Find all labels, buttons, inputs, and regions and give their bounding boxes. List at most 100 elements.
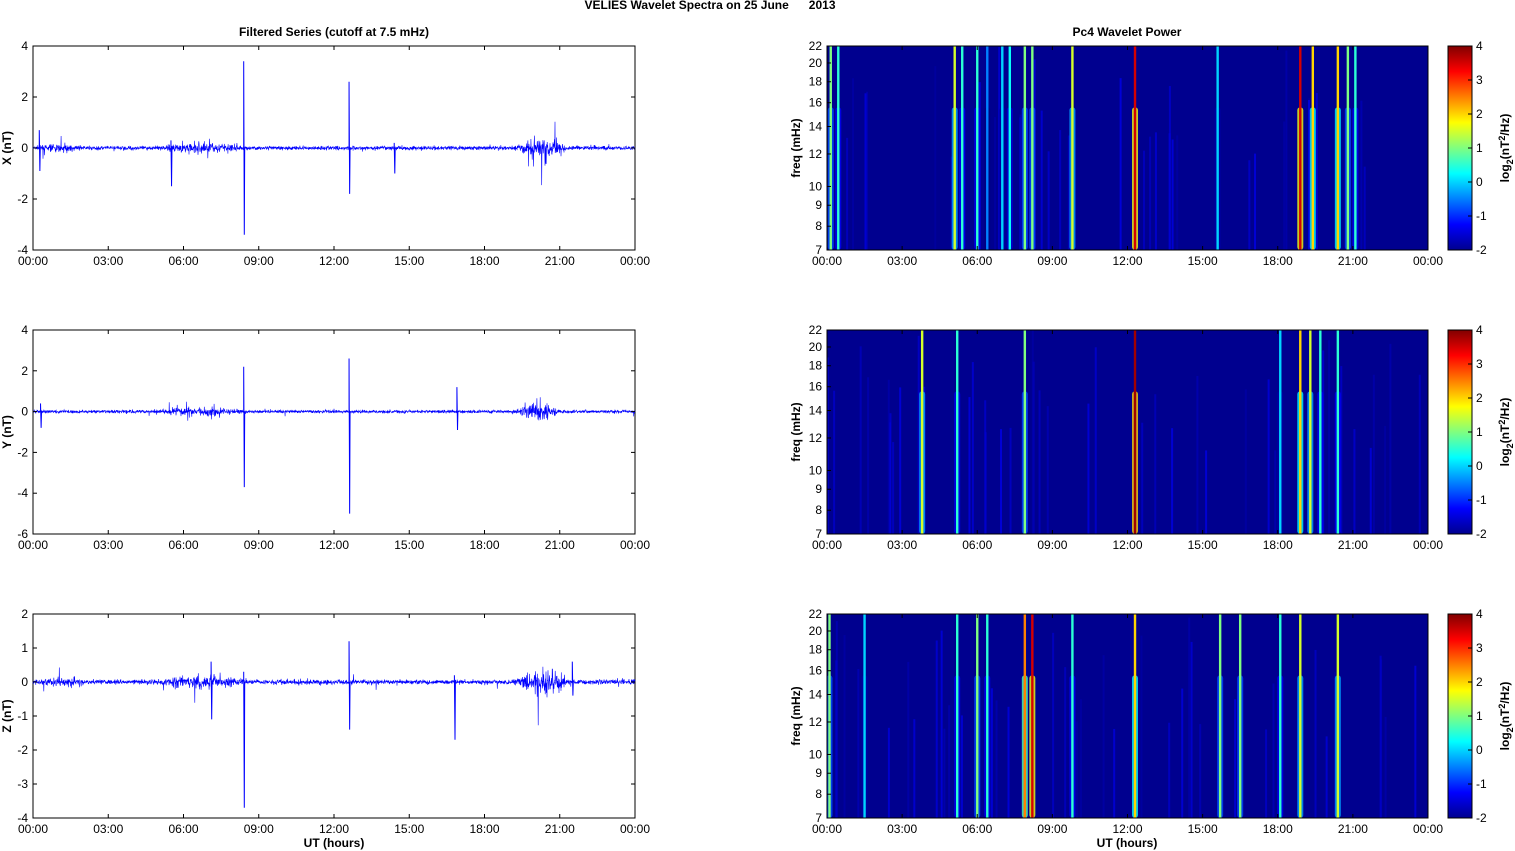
- spectrum-2-faint-streak: [995, 700, 998, 818]
- spectrum-0-faint-streak: [1143, 150, 1146, 250]
- spectrum-2-event: [1133, 614, 1137, 818]
- spectrum-0-event: [829, 46, 832, 250]
- spectrum-2-ytick-label: 12: [809, 715, 823, 729]
- series-1-ytick-label: -4: [17, 486, 28, 500]
- spectrum-1-faint-streak: [968, 397, 971, 534]
- spectrum-0-faint-streak: [1149, 136, 1152, 250]
- spectrum-1-xtick-label: 00:00: [812, 538, 842, 552]
- spectrum-2-faint-streak: [960, 715, 963, 818]
- spectrum-1-event: [920, 330, 924, 534]
- spectrum-1-faint-streak: [1389, 343, 1392, 534]
- series-0-xtick-label: 21:00: [545, 254, 575, 268]
- spectrum-1-colorbar-tick-label: 2: [1476, 391, 1483, 405]
- spectrum-2-xtick-label: 18:00: [1263, 822, 1293, 836]
- spectrum-0-event: [1354, 46, 1357, 250]
- spectrum-1-faint-streak: [1353, 429, 1356, 534]
- spectrum-1-faint-streak: [1244, 389, 1247, 534]
- spectrum-2-faint-streak: [1265, 729, 1268, 818]
- series-1-ytick-label: 0: [21, 405, 28, 419]
- spectrum-1-colorbar-tick-label: -1: [1476, 493, 1487, 507]
- spectrum-2-colorbar-tick-label: -2: [1476, 811, 1487, 825]
- series-1-xtick-label: 03:00: [93, 538, 123, 552]
- series-1-xtick-label: 21:00: [545, 538, 575, 552]
- spectrum-1-ytick-label: 9: [815, 482, 822, 496]
- spectrum-0-faint-streak: [1283, 121, 1286, 250]
- spectrum-2-event: [1031, 614, 1034, 818]
- spectrum-0-faint-streak: [846, 137, 849, 250]
- spectrum-2-xtick-label: 09:00: [1037, 822, 1067, 836]
- series-2-spike: [453, 675, 456, 740]
- spectrum-0-ytick-label: 14: [809, 120, 823, 134]
- spectrum-0-faint-streak: [1176, 135, 1179, 250]
- spectrum-1-faint-streak: [1328, 340, 1331, 534]
- series-2-ytick-label: -2: [17, 743, 28, 757]
- series-1-ytick-label: 2: [21, 364, 28, 378]
- spectrum-2-xtick-label: 15:00: [1188, 822, 1218, 836]
- spectrum-0-xtick-label: 12:00: [1112, 254, 1142, 268]
- spectrum-2-colorbar-tick-label: 3: [1476, 641, 1483, 655]
- spectrum-1-faint-streak: [889, 413, 892, 534]
- spectrum-2-faint-streak: [1102, 655, 1105, 818]
- spectrum-0-ytick-label: 9: [815, 198, 822, 212]
- spectrum-1-faint-streak: [1154, 394, 1157, 534]
- series-1-xtick-label: 00:00: [620, 538, 650, 552]
- series-0-ytick-label: 2: [21, 90, 28, 104]
- series-2-ylabel: Z (nT): [0, 699, 14, 732]
- spectrum-0-faint-streak: [994, 117, 997, 250]
- spectrum-0-xtick-label: 00:00: [1413, 254, 1443, 268]
- spectrum-2-faint-streak: [1272, 683, 1275, 818]
- series-0-xtick-label: 06:00: [168, 254, 198, 268]
- spectrum-0-event: [1001, 46, 1004, 250]
- spectrum-2-faint-streak: [1075, 721, 1078, 818]
- spectrum-2-ytick-label: 10: [809, 747, 823, 761]
- spectrum-2-ytick-label: 18: [809, 643, 823, 657]
- spectrum-2-event: [956, 614, 959, 818]
- spectrum-0-faint-streak: [1254, 153, 1257, 250]
- spectrum-1-xtick-label: 18:00: [1263, 538, 1293, 552]
- spectrum-0-event: [1299, 46, 1302, 250]
- spectrum-0-event: [1346, 46, 1350, 250]
- spectrum-0-colorbar-tick-label: -1: [1476, 209, 1487, 223]
- spectrum-2-faint-streak: [1379, 655, 1382, 818]
- spectrum-2-event: [828, 614, 831, 818]
- spectrum-2-ytick-label: 9: [815, 766, 822, 780]
- spectrum-1-faint-streak: [892, 442, 895, 534]
- spectrum-0-ytick-label: 16: [809, 96, 823, 110]
- spectrum-1-faint-streak: [899, 387, 902, 534]
- spectrum-0-faint-streak: [1315, 92, 1318, 250]
- spectrum-1-faint-streak: [971, 362, 974, 534]
- series-2-xtick-label: 21:00: [545, 822, 575, 836]
- figure-canvas: VELIES Wavelet Spectra on 25 June 2013 F…: [0, 0, 1515, 850]
- spectrum-2-xtick-label: 00:00: [812, 822, 842, 836]
- spectrum-2-faint-streak: [887, 727, 890, 818]
- spectrum-0-xtick-label: 15:00: [1188, 254, 1218, 268]
- spectrum-1-faint-streak: [1141, 422, 1144, 534]
- series-2-xtick-label: 18:00: [469, 822, 499, 836]
- spectrum-0-xtick-label: 09:00: [1037, 254, 1067, 268]
- spectrum-1-xtick-label: 03:00: [887, 538, 917, 552]
- series-2-xtick-label: 00:00: [18, 822, 48, 836]
- spectrum-1-faint-streak: [984, 400, 987, 534]
- spectrum-0-event: [1133, 46, 1137, 250]
- spectrum-2-faint-streak: [1314, 649, 1317, 818]
- spectrum-1-faint-streak: [1009, 427, 1012, 534]
- spectrum-2-ytick-label: 22: [809, 607, 823, 621]
- spectrum-0-faint-streak: [1047, 151, 1050, 250]
- spectrum-2-event: [1071, 614, 1074, 818]
- spectrum-0-ytick-label: 18: [809, 75, 823, 89]
- spectrum-1-faint-streak: [1046, 406, 1049, 534]
- spectrum-1-event: [1319, 330, 1322, 534]
- spectrum-0-faint-streak: [1040, 110, 1043, 250]
- spectrum-2-xtick-label: 00:00: [1413, 822, 1443, 836]
- spectrum-0-colorbar-label: log2(nT2/Hz): [1497, 114, 1515, 183]
- spectrum-1-faint-streak: [867, 377, 870, 534]
- series-2-xtick-label: 00:00: [620, 822, 650, 836]
- spectrum-0-event: [1023, 46, 1027, 250]
- spectrum-2-ytick-label: 20: [809, 624, 823, 638]
- series-0-ytick-label: 0: [21, 141, 28, 155]
- spectrum-2-xtick-label: 03:00: [887, 822, 917, 836]
- spectrum-1-faint-streak: [859, 346, 862, 534]
- spectrum-2-ytick-label: 14: [809, 688, 823, 702]
- spectrum-1-ytick-label: 8: [815, 503, 822, 517]
- spectrum-1-event: [956, 330, 959, 534]
